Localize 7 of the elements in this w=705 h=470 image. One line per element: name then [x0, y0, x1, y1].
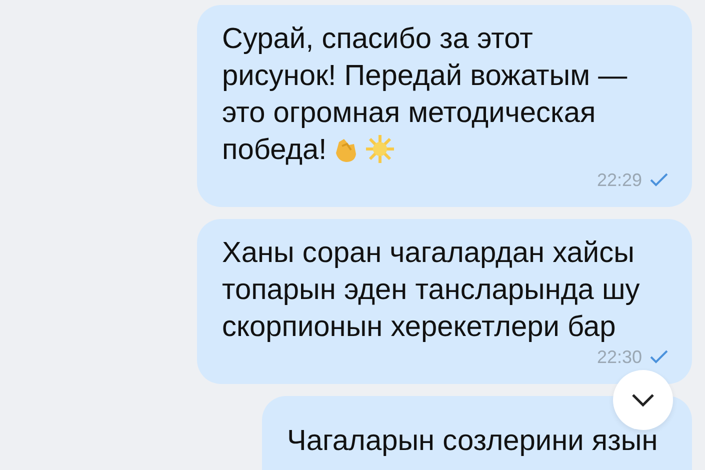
chevron-down-icon: [631, 393, 655, 407]
message-text: Ханы соран чагалардан хайсы топарын эден тансларында шу скорпионын херекетлери бар: [222, 236, 641, 345]
message-text: Чагаларын созлерини язын: [287, 424, 659, 459]
sun-icon: [364, 134, 395, 164]
message-time: 22:30: [596, 346, 642, 368]
message-time: 22:29: [596, 170, 642, 190]
message-text: Сурай, спасибо за этот рисунок! Передай вожатым — это огромная методическая победа!: [222, 22, 628, 168]
